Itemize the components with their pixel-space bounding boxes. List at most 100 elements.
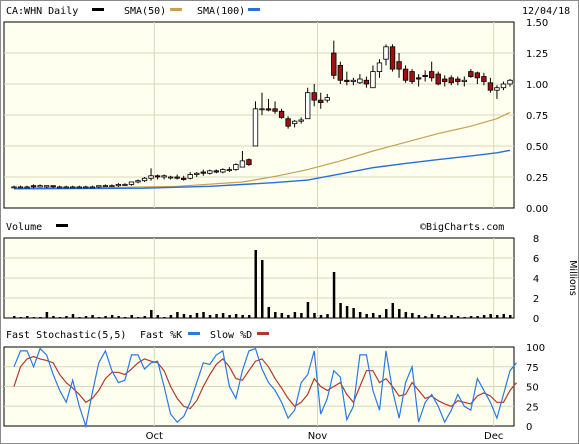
candle-body — [89, 186, 95, 189]
candle-body — [363, 79, 370, 85]
volume-bar — [26, 316, 29, 318]
volume-bar — [463, 317, 466, 318]
volume-bar — [169, 315, 173, 318]
candle-body — [272, 108, 278, 112]
candle-body — [278, 110, 285, 118]
volume-bar — [319, 315, 323, 318]
candle-body — [11, 186, 17, 189]
candle-body — [500, 83, 507, 89]
sma100-legend-label: SMA(100) — [197, 6, 245, 17]
candle-body — [487, 82, 494, 91]
volume-bar — [221, 313, 225, 318]
volume-bar — [274, 312, 277, 318]
volume-bar — [156, 315, 160, 318]
volume-bar — [326, 314, 329, 318]
price-tick-label: 0.00 — [526, 204, 548, 215]
price-legend-swatch — [92, 8, 104, 11]
volume-bar — [150, 310, 153, 318]
volume-bar — [110, 315, 114, 318]
candle-body — [141, 177, 148, 182]
candle-body — [422, 74, 428, 77]
volume-bar — [241, 315, 244, 318]
candle-body — [24, 186, 30, 189]
volume-bar — [52, 316, 55, 318]
volume-bar — [91, 315, 94, 318]
stock-chart: 0.00 0.25 0.50 0.75 1.00 1.25 1.50 CA:WHN Dail… — [0, 0, 579, 444]
volume-bar — [39, 317, 42, 318]
volume-unit-label: Millions — [567, 260, 578, 296]
volume-bar — [332, 272, 336, 318]
volume-bar — [202, 312, 205, 318]
candle-body — [285, 118, 291, 127]
volume-bar — [78, 317, 81, 318]
volume-bar — [411, 313, 414, 318]
candle-body — [57, 186, 63, 189]
volume-bar — [306, 302, 310, 318]
candle-body — [148, 175, 154, 179]
volume-bar — [261, 260, 264, 318]
candle-body — [324, 97, 330, 101]
candle-body — [122, 184, 128, 186]
volume-bar — [456, 316, 460, 318]
candle-body — [70, 186, 76, 189]
volume-bar — [130, 315, 133, 318]
candle-body — [135, 180, 141, 183]
volume-bar — [267, 307, 271, 318]
candle-body — [448, 77, 454, 84]
volume-bar — [385, 309, 388, 318]
candle-body — [311, 92, 317, 101]
stochastic-tick-label: 50 — [526, 383, 539, 394]
volume-tick-label: 0 — [533, 314, 539, 325]
volume-bar — [137, 317, 140, 318]
candle-body — [50, 185, 56, 188]
candle-body — [396, 61, 402, 70]
volume-bar — [45, 312, 49, 318]
candle-body — [43, 185, 50, 188]
slowd-legend-swatch — [257, 332, 269, 335]
volume-bar — [430, 314, 434, 318]
candle-body — [174, 176, 180, 179]
candle-body — [389, 46, 396, 70]
candle-body — [468, 71, 474, 77]
volume-title: Volume — [6, 222, 42, 233]
candle-body — [494, 87, 500, 91]
volume-bar — [345, 306, 349, 318]
stochastic-tick-label: 0 — [526, 422, 532, 433]
stochastic-tick-label: 75 — [526, 363, 539, 374]
volume-bar — [247, 315, 251, 318]
candle-body — [344, 79, 350, 82]
candle-body — [109, 185, 115, 188]
volume-tick-label: 4 — [533, 274, 539, 285]
volume-bar — [176, 312, 179, 318]
volume-bar — [476, 316, 479, 318]
volume-tick-label: 2 — [533, 294, 539, 305]
volume-tick-label: 8 — [533, 234, 539, 245]
header-date: 12/04/18 — [522, 6, 570, 17]
volume-bar — [489, 314, 492, 318]
candle-body — [207, 170, 213, 174]
stochastic-title: Fast Stochastic(5,5) — [6, 330, 126, 341]
candle-body — [435, 73, 441, 85]
candle-body — [331, 52, 337, 76]
volume-bar — [182, 314, 186, 318]
candle-body — [461, 79, 468, 82]
fastk-legend-label: Fast %K — [140, 330, 182, 341]
volume-bar — [313, 313, 316, 318]
volume-bar — [19, 317, 23, 318]
volume-bar — [495, 315, 499, 318]
volume-bar — [65, 316, 68, 318]
volume-bar — [195, 313, 199, 318]
x-axis-label: Dec — [484, 431, 503, 442]
price-tick-label: 1.25 — [526, 49, 548, 60]
volume-bar — [208, 315, 212, 318]
candle-body — [213, 170, 220, 173]
candle-body — [102, 185, 109, 188]
candle-body — [180, 177, 187, 180]
candle-body — [265, 108, 272, 111]
candle-body — [161, 175, 167, 178]
volume-bar — [502, 314, 505, 318]
price-tick-label: 0.25 — [526, 173, 548, 184]
volume-bar — [228, 315, 231, 318]
volume-bar — [365, 314, 368, 318]
candle-body — [455, 78, 461, 82]
